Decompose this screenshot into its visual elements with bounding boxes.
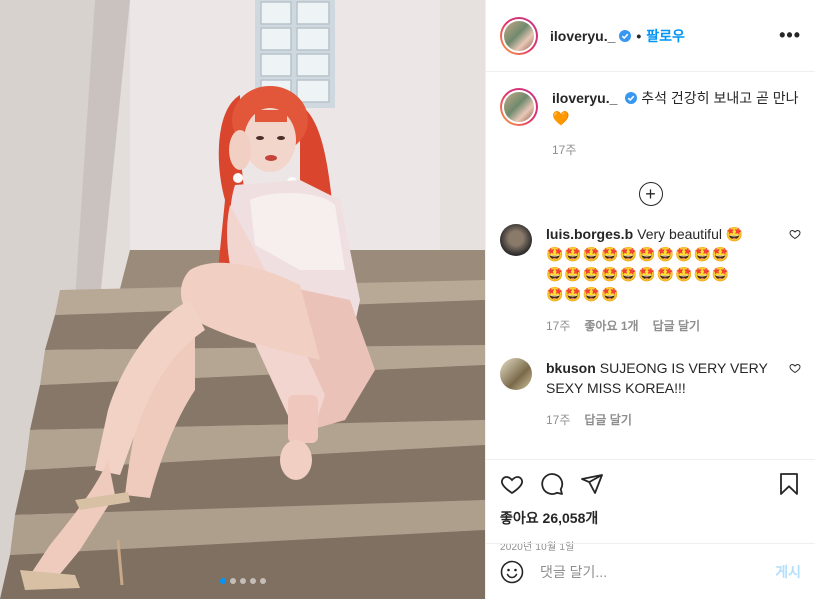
verified-icon [625,92,638,104]
emoji-icon[interactable] [500,560,524,584]
carousel-dot[interactable] [229,578,236,584]
caption-avatar[interactable] [500,88,538,126]
follow-button[interactable]: 팔로우 [646,26,685,46]
carousel-dot[interactable] [259,578,266,584]
share-icon[interactable] [580,472,604,496]
comment-emoji: 🤩 [725,226,744,242]
caption-username[interactable]: iloveryu._ [552,90,617,106]
comment-username[interactable]: luis.borges.b [546,226,633,242]
caption-text: 추석 건강히 보내고 곧 만나 [641,90,799,106]
heart-icon[interactable] [789,228,801,240]
comment-likes[interactable]: 좋아요 1개 [584,316,638,336]
bookmark-icon[interactable] [777,472,801,496]
separator: • [636,27,642,44]
carousel-dot[interactable] [249,578,256,584]
caption-emoji: 🧡 [552,110,570,126]
author-username[interactable]: iloveryu._ [550,28,615,44]
comment-time[interactable]: 17주 [546,410,570,430]
comments-section: iloveryu._ 추석 건강히 보내고 곧 만나 🧡 17주 + luis.b… [486,72,815,459]
comment-avatar[interactable] [500,358,532,390]
comment-item: bkuson SUJEONG IS VERY VERY SEXY MISS KOR… [500,358,801,430]
add-circle-icon[interactable]: + [638,182,663,206]
carousel-dot[interactable] [219,578,226,584]
comment-box: 게시 [486,543,815,599]
comment-emoji: 🤩🤩🤩🤩 [546,286,620,302]
comment-username[interactable]: bkuson [546,360,596,376]
comment-time[interactable]: 17주 [546,316,570,336]
post-side-panel: iloveryu._ • 팔로우 ••• iloveryu._ 추석 건강히 보… [485,0,815,599]
comment-input[interactable] [540,563,776,580]
post-comment-button[interactable]: 게시 [775,562,801,582]
comment-item: luis.borges.b Very beautiful 🤩 🤩🤩🤩🤩🤩🤩🤩🤩🤩🤩… [500,224,801,336]
post-header: iloveryu._ • 팔로우 ••• [486,0,815,72]
carousel-indicator [0,578,485,584]
caption-time[interactable]: 17주 [552,140,576,160]
heart-icon[interactable] [789,362,801,374]
caption: iloveryu._ 추석 건강히 보내고 곧 만나 🧡 17주 [500,88,801,160]
avatar[interactable] [500,16,538,55]
like-count[interactable]: 좋아요 26,058개 [500,508,801,528]
comment-emoji: 🤩🤩🤩🤩🤩🤩🤩🤩🤩🤩 [546,266,731,282]
reply-button[interactable]: 답글 달기 [584,410,632,430]
comment-emoji: 🤩🤩🤩🤩🤩🤩🤩🤩🤩🤩 [546,246,731,262]
comment-avatar[interactable] [500,224,532,256]
reply-button[interactable]: 답글 달기 [653,316,701,336]
heart-icon[interactable] [500,472,524,496]
post-photo[interactable] [0,0,485,599]
carousel-dot[interactable] [239,578,246,584]
verified-icon [619,29,632,42]
more-icon[interactable]: ••• [779,25,801,46]
comment-icon[interactable] [540,472,564,496]
comment-text: Very beautiful [637,226,722,242]
photo-illustration [0,0,485,599]
